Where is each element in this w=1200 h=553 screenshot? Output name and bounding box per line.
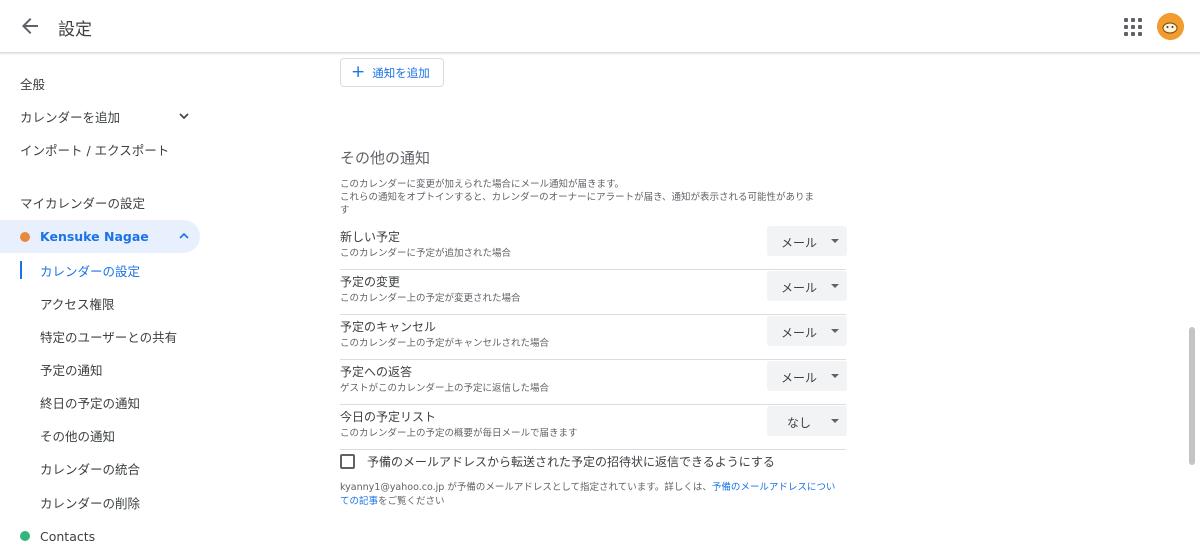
sidebar-item-add-calendar[interactable]: カレンダーを追加: [0, 100, 200, 132]
dropdown-caret-icon: [831, 374, 839, 378]
notification-select[interactable]: メール: [767, 226, 847, 256]
sidebar-calendar-kensuke[interactable]: Kensuke Nagae: [0, 220, 200, 253]
notification-select[interactable]: メール: [767, 316, 847, 346]
calendar-name: Kensuke Nagae: [40, 229, 149, 244]
notification-row-title: 予定への返答: [340, 365, 413, 379]
notification-row-title: 予定のキャンセル: [340, 320, 437, 334]
dropdown-caret-icon: [831, 329, 839, 333]
sidebar-item-integrate-calendar[interactable]: カレンダーの統合: [0, 452, 200, 484]
plus-icon: +: [351, 62, 366, 82]
page-title: 設定: [58, 20, 92, 40]
sidebar-item-general[interactable]: 全般: [0, 67, 200, 99]
sidebar-item-calendar-settings[interactable]: カレンダーの設定: [0, 254, 200, 286]
sidebar: 全般 カレンダーを追加 インポート / エクスポート マイカレンダーの設定 Ke…: [0, 54, 210, 553]
dropdown-caret-icon: [831, 419, 839, 423]
notification-row-title: 今日の予定リスト: [340, 410, 437, 424]
reply-from-secondary-email-option[interactable]: 予備のメールアドレスから転送された予定の招待状に返信できるようにする: [340, 452, 775, 470]
notification-row-title: 予定の変更: [340, 275, 401, 289]
sidebar-item-event-notifications[interactable]: 予定の通知: [0, 353, 200, 385]
help-article-link[interactable]: 予備のメールアドレスについ: [712, 482, 836, 493]
reply-checkbox[interactable]: [340, 453, 355, 469]
my-calendars-heading: マイカレンダーの設定: [20, 195, 146, 211]
notification-select[interactable]: なし: [767, 406, 847, 436]
notification-row-subtitle: ゲストがこのカレンダー上の予定に返信した場合: [340, 383, 550, 394]
calendar-color-dot: [20, 231, 30, 242]
notification-row-subtitle: このカレンダー上の予定がキャンセルされた場合: [340, 338, 550, 349]
avatar[interactable]: [1157, 13, 1184, 40]
add-notification-label: 通知を追加: [372, 65, 430, 80]
calendar-color-dot: [20, 531, 30, 541]
notification-row-subtitle: このカレンダー上の予定が変更された場合: [340, 293, 521, 304]
secondary-email-footnote: kyanny1@yahoo.co.jp が予備のメールアドレスとして指定されてい…: [340, 482, 836, 507]
notification-row-daily-agenda: 今日の予定リスト このカレンダー上の予定の概要が毎日メールで届きます なし: [340, 405, 847, 450]
add-notification-button[interactable]: + 通知を追加: [340, 58, 444, 87]
notification-row-title: 新しい予定: [340, 230, 401, 244]
notification-select[interactable]: メール: [767, 271, 847, 301]
apps-grid-icon[interactable]: [1121, 15, 1143, 37]
other-notifications-title: その他の通知: [340, 149, 431, 167]
sidebar-item-other-notifications[interactable]: その他の通知: [0, 419, 200, 451]
help-article-link-cont[interactable]: ての記事: [340, 496, 378, 507]
sidebar-item-share-with-people[interactable]: 特定のユーザーとの共有: [0, 320, 200, 352]
chevron-down-icon: [179, 113, 189, 120]
sidebar-item-label: カレンダーを追加: [20, 109, 121, 125]
notification-row-cancelled-event: 予定のキャンセル このカレンダー上の予定がキャンセルされた場合 メール: [340, 315, 847, 360]
notification-row-new-event: 新しい予定 このカレンダーに予定が追加された場合 メール: [340, 225, 847, 270]
sidebar-item-remove-calendar[interactable]: カレンダーの削除: [0, 486, 200, 518]
sidebar-item-all-day-notifications[interactable]: 終日の予定の通知: [0, 386, 200, 418]
reply-checkbox-label: 予備のメールアドレスから転送された予定の招待状に返信できるようにする: [367, 454, 775, 469]
calendar-name: Contacts: [40, 528, 96, 544]
sidebar-calendar-contacts[interactable]: Contacts: [0, 520, 200, 552]
other-notifications-description: このカレンダーに変更が加えられた場合にメール通知が届きます。 これらの通知をオプ…: [340, 179, 814, 216]
back-arrow-icon[interactable]: [18, 14, 42, 38]
dropdown-caret-icon: [831, 284, 839, 288]
dropdown-caret-icon: [831, 239, 839, 243]
notification-row-subtitle: このカレンダー上の予定の概要が毎日メールで届きます: [340, 428, 578, 439]
sidebar-item-import-export[interactable]: インポート / エクスポート: [0, 133, 200, 165]
scrollbar-thumb[interactable]: [1189, 327, 1195, 465]
notification-row-event-responses: 予定への返答 ゲストがこのカレンダー上の予定に返信した場合 メール: [340, 360, 847, 405]
notification-row-changed-event: 予定の変更 このカレンダー上の予定が変更された場合 メール: [340, 270, 847, 315]
notification-row-subtitle: このカレンダーに予定が追加された場合: [340, 248, 512, 259]
notification-select[interactable]: メール: [767, 361, 847, 391]
chevron-up-icon: [179, 232, 189, 239]
top-header: 設定: [0, 0, 1200, 53]
sidebar-item-access-permissions[interactable]: アクセス権限: [0, 287, 200, 319]
